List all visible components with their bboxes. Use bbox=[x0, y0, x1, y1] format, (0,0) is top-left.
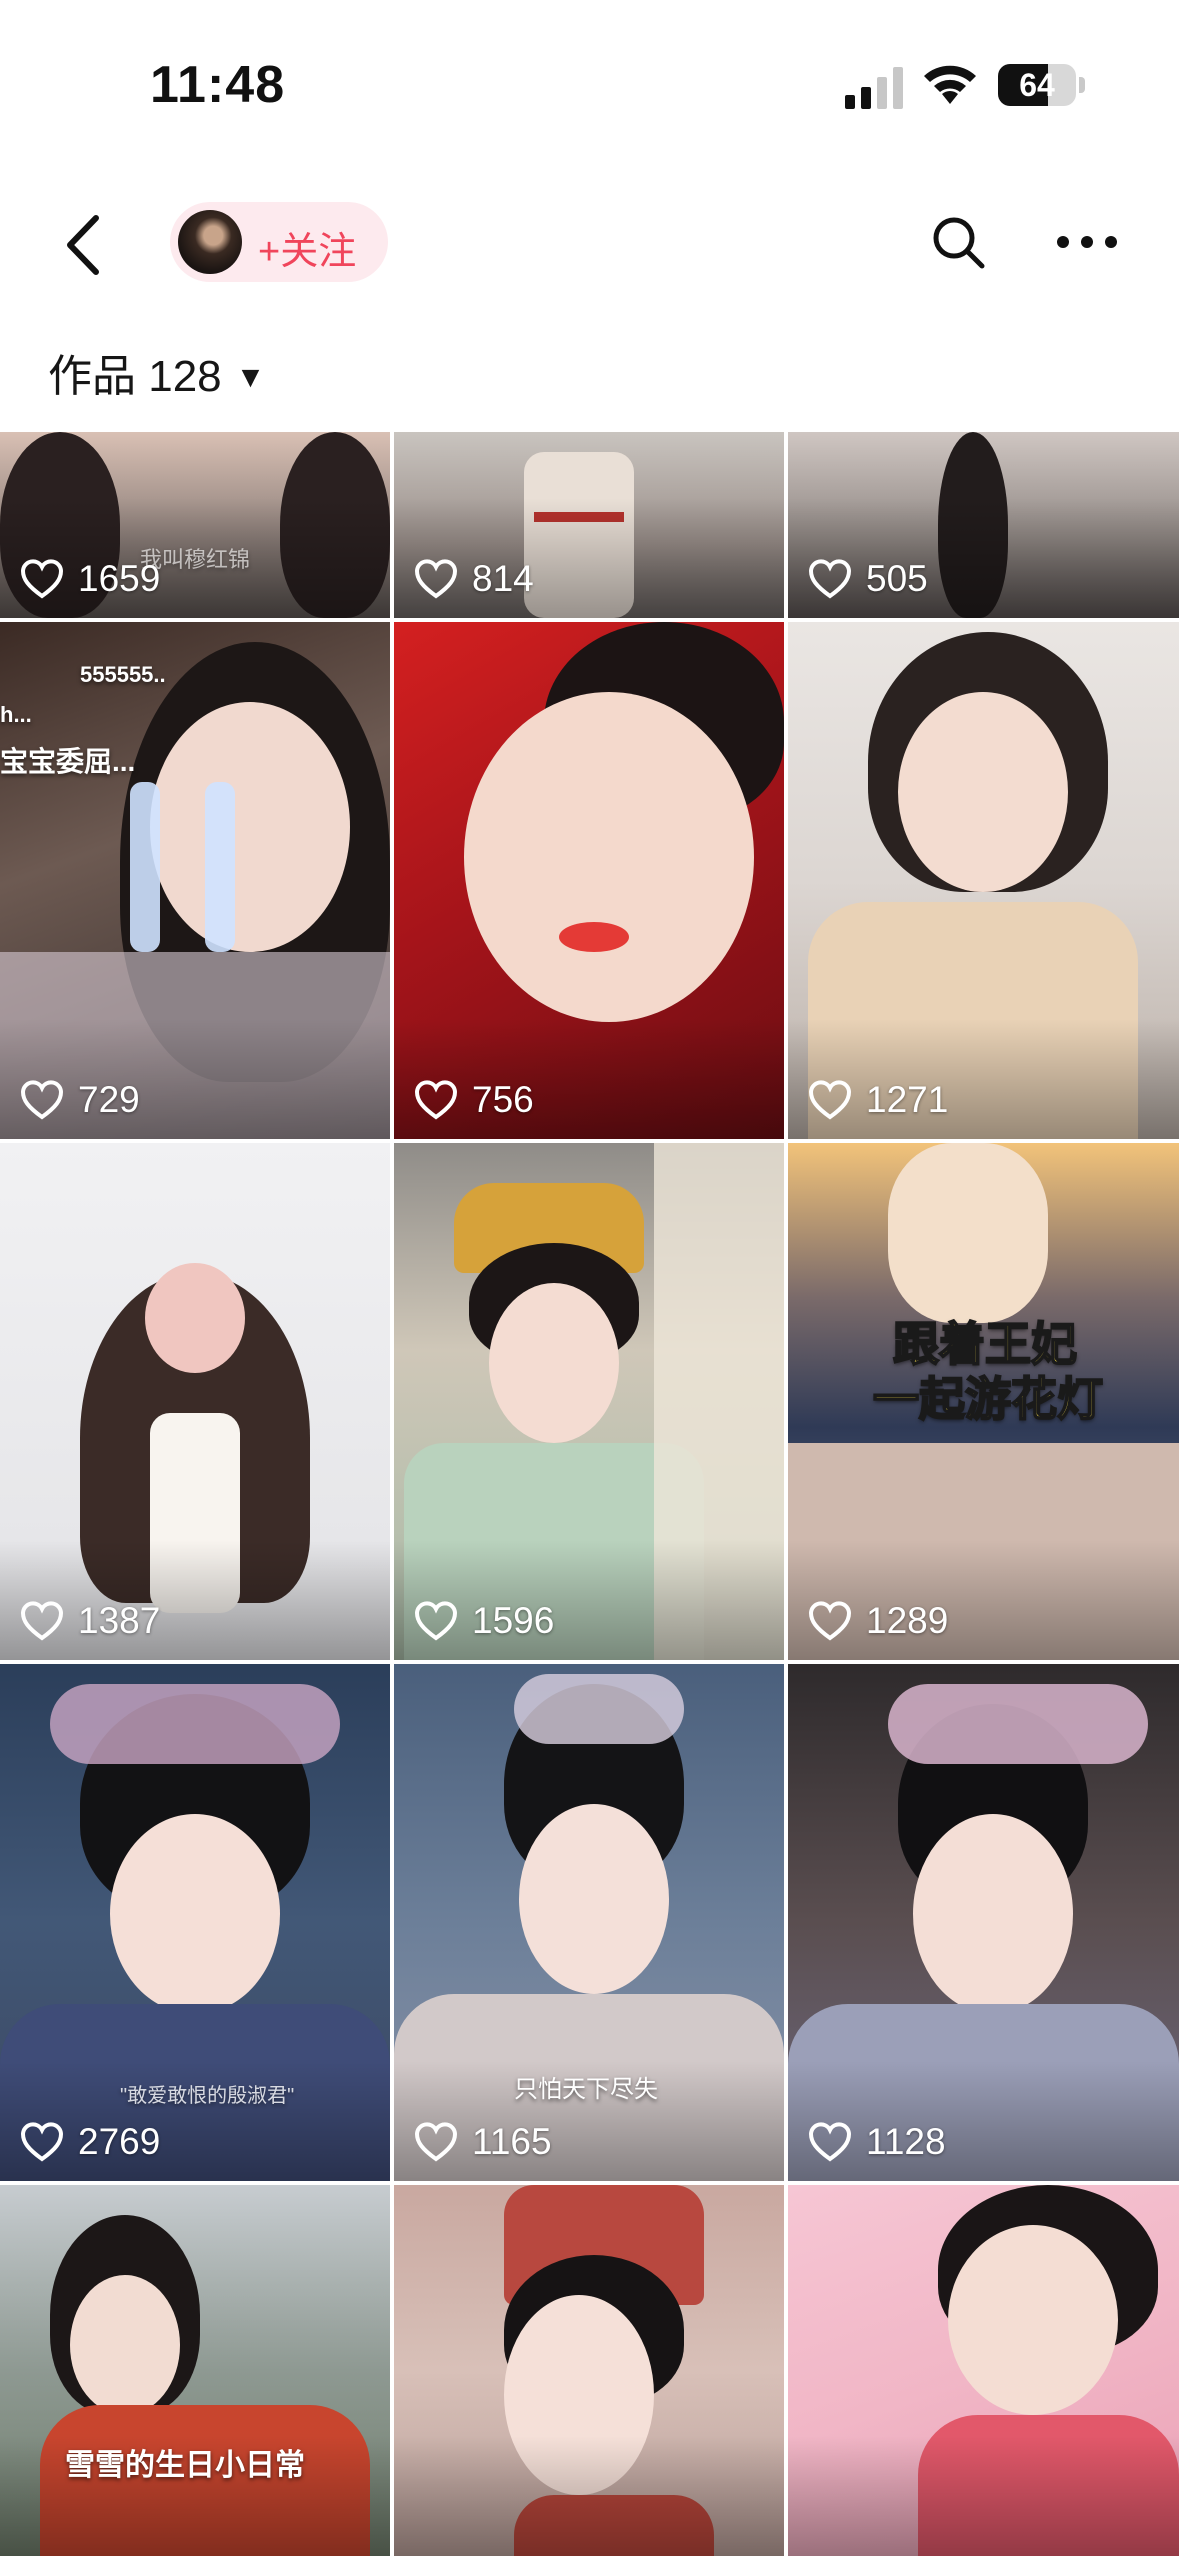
heart-icon bbox=[414, 1080, 458, 1120]
heart-icon bbox=[808, 2122, 852, 2162]
works-label: 作品 128 bbox=[48, 352, 222, 401]
heart-icon bbox=[20, 2122, 64, 2162]
follow-label: +关注 bbox=[258, 231, 357, 273]
like-count: 1387 bbox=[20, 1600, 160, 1642]
like-count: 1659 bbox=[20, 558, 160, 600]
works-tab[interactable]: 作品 128 ▼ bbox=[48, 340, 265, 404]
avatar[interactable] bbox=[178, 210, 242, 274]
video-caption: 一起游花灯 bbox=[872, 1372, 1104, 1426]
status-bar: 11:48 64 bbox=[0, 0, 1179, 170]
video-caption: h... bbox=[0, 702, 32, 727]
video-thumbnail[interactable]: 505 bbox=[788, 432, 1179, 618]
like-count: 814 bbox=[414, 558, 534, 600]
like-count: 505 bbox=[808, 558, 928, 600]
heart-icon bbox=[20, 1080, 64, 1120]
video-thumbnail[interactable]: 只怕天下尽失 1165 bbox=[394, 1664, 784, 2181]
video-thumbnail[interactable]: 雪雪的生日小日常 bbox=[0, 2185, 390, 2556]
heart-icon bbox=[808, 1080, 852, 1120]
video-grid: 我叫穆红锦 1659 814 505 555555.. h... 宝宝委屈... bbox=[0, 432, 1179, 2556]
heart-icon bbox=[808, 1601, 852, 1641]
video-thumbnail[interactable]: 1387 bbox=[0, 1143, 390, 1660]
heart-icon bbox=[20, 1601, 64, 1641]
video-caption: 只怕天下尽失 bbox=[514, 2076, 658, 2103]
like-count: 1128 bbox=[808, 2121, 946, 2163]
heart-icon bbox=[414, 1601, 458, 1641]
video-thumbnail[interactable] bbox=[394, 2185, 784, 2556]
like-count: 1271 bbox=[808, 1079, 948, 1121]
battery-level: 64 bbox=[1019, 67, 1055, 103]
video-thumbnail[interactable] bbox=[788, 2185, 1179, 2556]
video-thumbnail[interactable]: 我叫穆红锦 1659 bbox=[0, 432, 390, 618]
wifi-icon bbox=[924, 65, 976, 104]
back-chevron-icon[interactable] bbox=[58, 210, 108, 280]
dropdown-caret-icon[interactable]: ▼ bbox=[236, 361, 266, 395]
video-thumbnail[interactable]: 814 bbox=[394, 432, 784, 618]
video-thumbnail[interactable]: 1596 bbox=[394, 1143, 784, 1660]
heart-icon bbox=[20, 559, 64, 599]
like-count: 2769 bbox=[20, 2121, 160, 2163]
like-count: 1165 bbox=[414, 2121, 552, 2163]
heart-icon bbox=[808, 559, 852, 599]
heart-icon bbox=[414, 2122, 458, 2162]
video-caption: "敢爱敢恨的殷淑君" bbox=[120, 2085, 295, 2107]
video-caption: 555555.. bbox=[80, 662, 166, 687]
video-caption: 雪雪的生日小日常 bbox=[65, 2449, 305, 2482]
video-thumbnail[interactable]: 756 bbox=[394, 622, 784, 1139]
follow-button[interactable]: +关注 bbox=[170, 202, 388, 282]
video-thumbnail[interactable]: 1271 bbox=[788, 622, 1179, 1139]
search-icon[interactable] bbox=[928, 212, 988, 272]
battery-icon: 64 bbox=[998, 64, 1076, 106]
cellular-signal-icon bbox=[845, 67, 903, 109]
status-time: 11:48 bbox=[150, 56, 286, 114]
video-thumbnail[interactable]: 跟着王妃 一起游花灯 1289 bbox=[788, 1143, 1179, 1660]
video-caption: 宝宝委屈... bbox=[0, 746, 136, 777]
video-thumbnail[interactable]: "敢爱敢恨的殷淑君" 2769 bbox=[0, 1664, 390, 2181]
battery-cap bbox=[1079, 77, 1085, 93]
video-thumbnail[interactable]: 1128 bbox=[788, 1664, 1179, 2181]
heart-icon bbox=[414, 559, 458, 599]
like-count: 756 bbox=[414, 1079, 534, 1121]
video-thumbnail[interactable]: 555555.. h... 宝宝委屈... 729 bbox=[0, 622, 390, 1139]
like-count: 1289 bbox=[808, 1600, 948, 1642]
like-count: 729 bbox=[20, 1079, 140, 1121]
like-count: 1596 bbox=[414, 1600, 554, 1642]
more-icon[interactable] bbox=[1055, 225, 1120, 259]
